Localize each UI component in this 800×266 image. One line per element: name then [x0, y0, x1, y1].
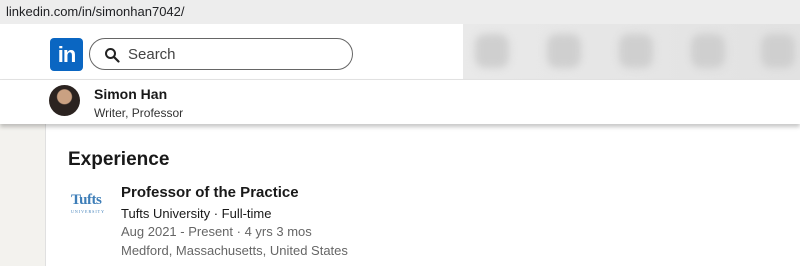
linkedin-logo-icon[interactable]: in	[50, 38, 83, 71]
blurred-nav-icon	[691, 34, 725, 68]
job-dates: Aug 2021 - Present · 4 yrs 3 mos	[121, 224, 312, 239]
company-logo-subtext: UNIVERSITY	[71, 209, 105, 214]
browser-address-bar[interactable]: linkedin.com/in/simonhan7042/	[0, 0, 800, 24]
sticky-profile-header: Simon Han Writer, Professor	[0, 80, 800, 124]
blurred-nav-icon	[619, 34, 653, 68]
company-logo-text: Tufts	[71, 192, 102, 208]
profile-name[interactable]: Simon Han	[94, 86, 167, 102]
job-title: Professor of the Practice	[121, 184, 299, 201]
experience-section: Experience Tufts UNIVERSITY Professor of…	[45, 124, 800, 266]
blurred-nav-icon	[761, 34, 795, 68]
profile-headline: Writer, Professor	[94, 106, 184, 120]
company-name[interactable]: Tufts University · Full-time	[121, 206, 271, 221]
avatar[interactable]	[49, 85, 80, 116]
search-input[interactable]: Search	[89, 38, 353, 70]
blurred-nav-icon	[547, 34, 581, 68]
search-icon	[105, 48, 120, 63]
company-logo-icon[interactable]: Tufts UNIVERSITY	[71, 193, 113, 215]
blurred-nav-icons	[463, 24, 800, 79]
top-navbar: in Search	[0, 24, 800, 80]
section-title: Experience	[68, 149, 170, 170]
job-location: Medford, Massachusetts, United States	[121, 243, 348, 258]
search-placeholder: Search	[128, 46, 176, 63]
blurred-nav-icon	[475, 34, 509, 68]
url-text[interactable]: linkedin.com/in/simonhan7042/	[6, 4, 185, 19]
